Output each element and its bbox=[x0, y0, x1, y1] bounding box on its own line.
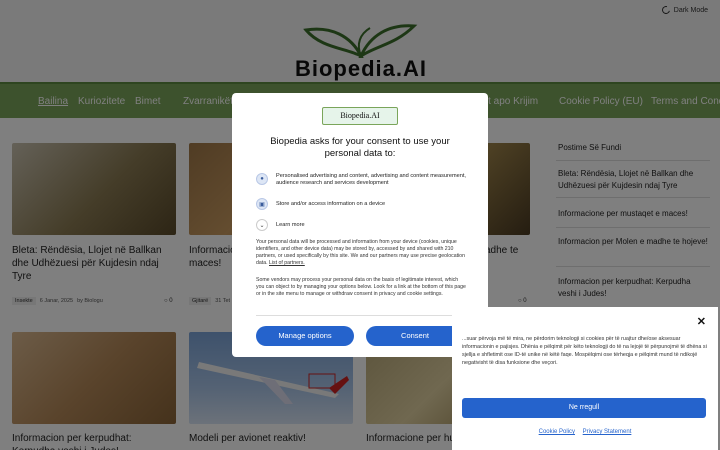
cookie-policy-link[interactable]: Cookie Policy bbox=[539, 429, 575, 435]
privacy-statement-link[interactable]: Privacy Statement bbox=[583, 429, 632, 435]
consent-button[interactable]: Consent bbox=[366, 326, 464, 346]
consent-body-1: Your personal data will be processed and… bbox=[256, 239, 466, 267]
learn-more-label: Learn more bbox=[276, 222, 305, 228]
cookie-banner: ✕ ...suar përvoja më të mira, ne përdori… bbox=[452, 307, 718, 450]
consent-body-2: Some vendors may process your personal d… bbox=[256, 277, 466, 297]
purpose-storage-text: Store and/or access information on a dev… bbox=[276, 201, 386, 207]
purpose-ads: ● Personalised advertising and content, … bbox=[256, 173, 466, 187]
consent-title: Biopedia asks for your consent to use yo… bbox=[270, 136, 450, 159]
device-icon: ▣ bbox=[256, 198, 268, 210]
user-icon: ● bbox=[256, 173, 268, 185]
accept-cookies-button[interactable]: Ne rregull bbox=[462, 398, 706, 418]
modal-logo: Biopedia.AI bbox=[322, 107, 398, 125]
partners-link[interactable]: List of partners. bbox=[269, 260, 305, 266]
manage-options-button[interactable]: Manage options bbox=[256, 326, 354, 346]
close-icon[interactable]: ✕ bbox=[697, 315, 706, 328]
consent-dialog: Biopedia.AI Biopedia asks for your conse… bbox=[232, 93, 488, 357]
purpose-storage: ▣ Store and/or access information on a d… bbox=[256, 198, 466, 210]
purpose-ads-text: Personalised advertising and content, ad… bbox=[276, 173, 466, 186]
chevron-down-icon: ⌄ bbox=[256, 219, 268, 231]
learn-more-toggle[interactable]: ⌄ Learn more bbox=[256, 219, 466, 231]
divider bbox=[256, 315, 464, 316]
cookie-links: Cookie Policy Privacy Statement bbox=[452, 429, 718, 435]
cookie-text: ...suar përvoja më të mira, ne përdorim … bbox=[462, 336, 707, 366]
